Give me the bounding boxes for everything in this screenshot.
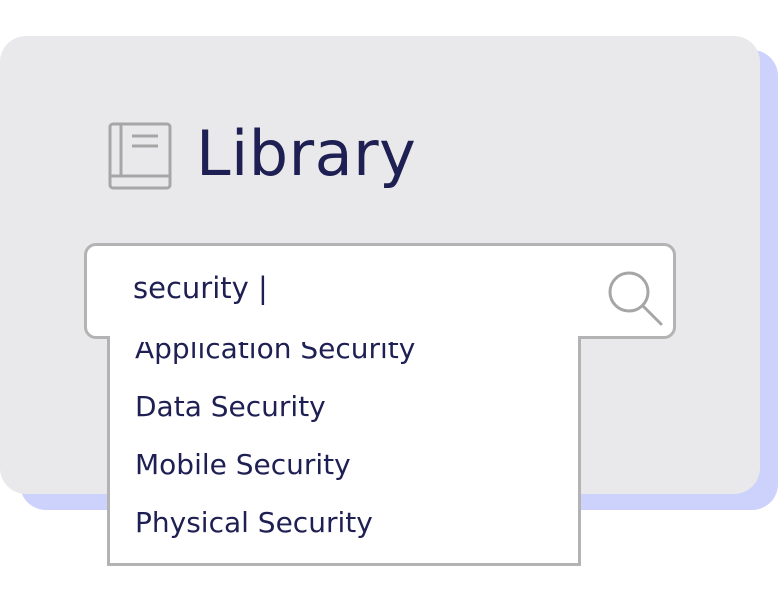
suggestion-dropdown: Application Security Data Security Mobil… xyxy=(107,332,581,566)
page-title: Library xyxy=(196,117,417,190)
search-input[interactable] xyxy=(133,268,553,308)
dropdown-connector xyxy=(110,334,578,342)
suggestion-mobile-security[interactable]: Mobile Security xyxy=(135,443,351,487)
search-icon[interactable] xyxy=(605,268,665,328)
search-box[interactable] xyxy=(84,243,676,339)
book-icon xyxy=(108,122,172,190)
suggestion-data-security[interactable]: Data Security xyxy=(135,385,326,429)
suggestion-physical-security[interactable]: Physical Security xyxy=(135,501,373,545)
library-widget: Library Application Security Data Securi… xyxy=(0,0,778,600)
